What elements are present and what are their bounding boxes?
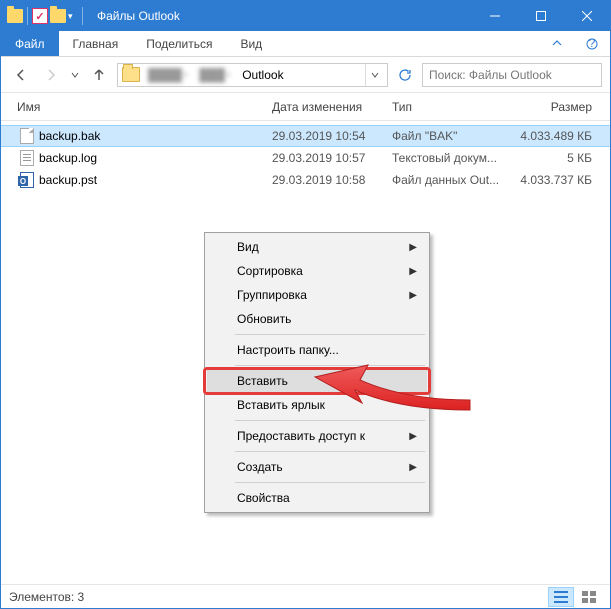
chevron-right-icon: ▶ (409, 266, 417, 277)
breadcrumb-segment-hidden[interactable]: ████› (144, 68, 191, 82)
ctx-sort[interactable]: Сортировка▶ (207, 259, 427, 283)
file-date: 29.03.2019 10:54 (272, 129, 392, 143)
col-name[interactable]: Имя (17, 100, 272, 114)
status-bar: Элементов: 3 (1, 584, 610, 608)
ctx-paste[interactable]: Вставить (207, 369, 427, 393)
file-row[interactable]: backup.log 29.03.2019 10:57 Текстовый до… (1, 147, 610, 169)
ctx-properties[interactable]: Свойства (207, 486, 427, 510)
ctx-separator (235, 482, 425, 483)
refresh-button[interactable] (394, 63, 416, 87)
col-date[interactable]: Дата изменения (272, 100, 392, 114)
file-type: Файл "BAK" (392, 129, 512, 143)
maximize-button[interactable] (518, 1, 564, 31)
quick-access-toolbar: ✓ ▾ (1, 7, 91, 25)
breadcrumb[interactable]: ████› ███› Outlook (117, 63, 388, 87)
qat-dropdown-icon[interactable]: ▾ (68, 11, 78, 22)
tab-view[interactable]: Вид (226, 31, 276, 56)
ribbon: Файл Главная Поделиться Вид ? (1, 31, 610, 57)
ctx-paste-shortcut[interactable]: Вставить ярлык (207, 393, 427, 417)
titlebar: ✓ ▾ Файлы Outlook (1, 1, 610, 31)
ctx-refresh[interactable]: Обновить (207, 307, 427, 331)
window-controls (472, 1, 610, 31)
file-name: backup.pst (37, 173, 272, 187)
qat-properties-icon[interactable]: ✓ (32, 8, 48, 24)
ctx-group[interactable]: Группировка▶ (207, 283, 427, 307)
history-dropdown-icon[interactable] (69, 63, 81, 87)
breadcrumb-dropdown-icon[interactable] (365, 64, 383, 86)
file-size: 4.033.489 КБ (512, 129, 592, 143)
tab-share[interactable]: Поделиться (132, 31, 226, 56)
minimize-button[interactable] (472, 1, 518, 31)
ctx-separator (235, 451, 425, 452)
file-icon (17, 150, 37, 166)
tab-file[interactable]: Файл (1, 31, 59, 56)
col-type[interactable]: Тип (392, 100, 512, 114)
file-icon (17, 128, 37, 144)
breadcrumb-segment-outlook[interactable]: Outlook (238, 68, 287, 82)
ctx-customize-folder[interactable]: Настроить папку... (207, 338, 427, 362)
qat-newfolder-icon[interactable] (50, 9, 66, 23)
file-type: Файл данных Out... (392, 173, 512, 187)
app-icon (7, 9, 23, 23)
context-menu: Вид▶ Сортировка▶ Группировка▶ Обновить Н… (204, 232, 430, 513)
view-large-icons-button[interactable] (576, 587, 602, 607)
close-button[interactable] (564, 1, 610, 31)
chevron-right-icon: ▶ (409, 242, 417, 253)
window-title: Файлы Outlook (91, 9, 472, 23)
back-button[interactable] (9, 63, 33, 87)
breadcrumb-segment-hidden2[interactable]: ███› (195, 68, 234, 82)
file-date: 29.03.2019 10:58 (272, 173, 392, 187)
up-button[interactable] (87, 63, 111, 87)
ribbon-collapse-icon[interactable] (540, 31, 574, 56)
chevron-right-icon: ▶ (409, 431, 417, 442)
file-type: Текстовый докум... (392, 151, 512, 165)
folder-icon (122, 67, 140, 82)
breadcrumb-label: Outlook (242, 68, 283, 82)
view-details-button[interactable] (548, 587, 574, 607)
search-placeholder: Поиск: Файлы Outlook (429, 68, 552, 82)
file-name: backup.bak (37, 129, 272, 143)
help-icon[interactable]: ? (574, 31, 610, 56)
navbar: ████› ███› Outlook Поиск: Файлы Outlook (1, 57, 610, 93)
file-icon (17, 172, 37, 188)
file-row[interactable]: backup.pst 29.03.2019 10:58 Файл данных … (1, 169, 610, 191)
ctx-separator (235, 365, 425, 366)
file-size: 5 КБ (512, 151, 592, 165)
col-size[interactable]: Размер (512, 100, 592, 114)
chevron-right-icon: ▶ (409, 290, 417, 301)
search-input[interactable]: Поиск: Файлы Outlook (422, 63, 602, 87)
ctx-new[interactable]: Создать▶ (207, 455, 427, 479)
qat-separator2 (82, 7, 83, 25)
svg-text:?: ? (589, 38, 596, 50)
file-row[interactable]: backup.bak 29.03.2019 10:54 Файл "BAK" 4… (1, 125, 610, 147)
ctx-give-access[interactable]: Предоставить доступ к▶ (207, 424, 427, 448)
ctx-view[interactable]: Вид▶ (207, 235, 427, 259)
status-item-count: Элементов: 3 (9, 590, 84, 604)
file-size: 4.033.737 КБ (512, 173, 592, 187)
tab-home[interactable]: Главная (59, 31, 133, 56)
qat-separator (27, 7, 28, 25)
column-headers: Имя Дата изменения Тип Размер (1, 93, 610, 121)
ctx-separator (235, 334, 425, 335)
ctx-separator (235, 420, 425, 421)
forward-button[interactable] (39, 63, 63, 87)
file-name: backup.log (37, 151, 272, 165)
file-date: 29.03.2019 10:57 (272, 151, 392, 165)
chevron-right-icon: ▶ (409, 462, 417, 473)
